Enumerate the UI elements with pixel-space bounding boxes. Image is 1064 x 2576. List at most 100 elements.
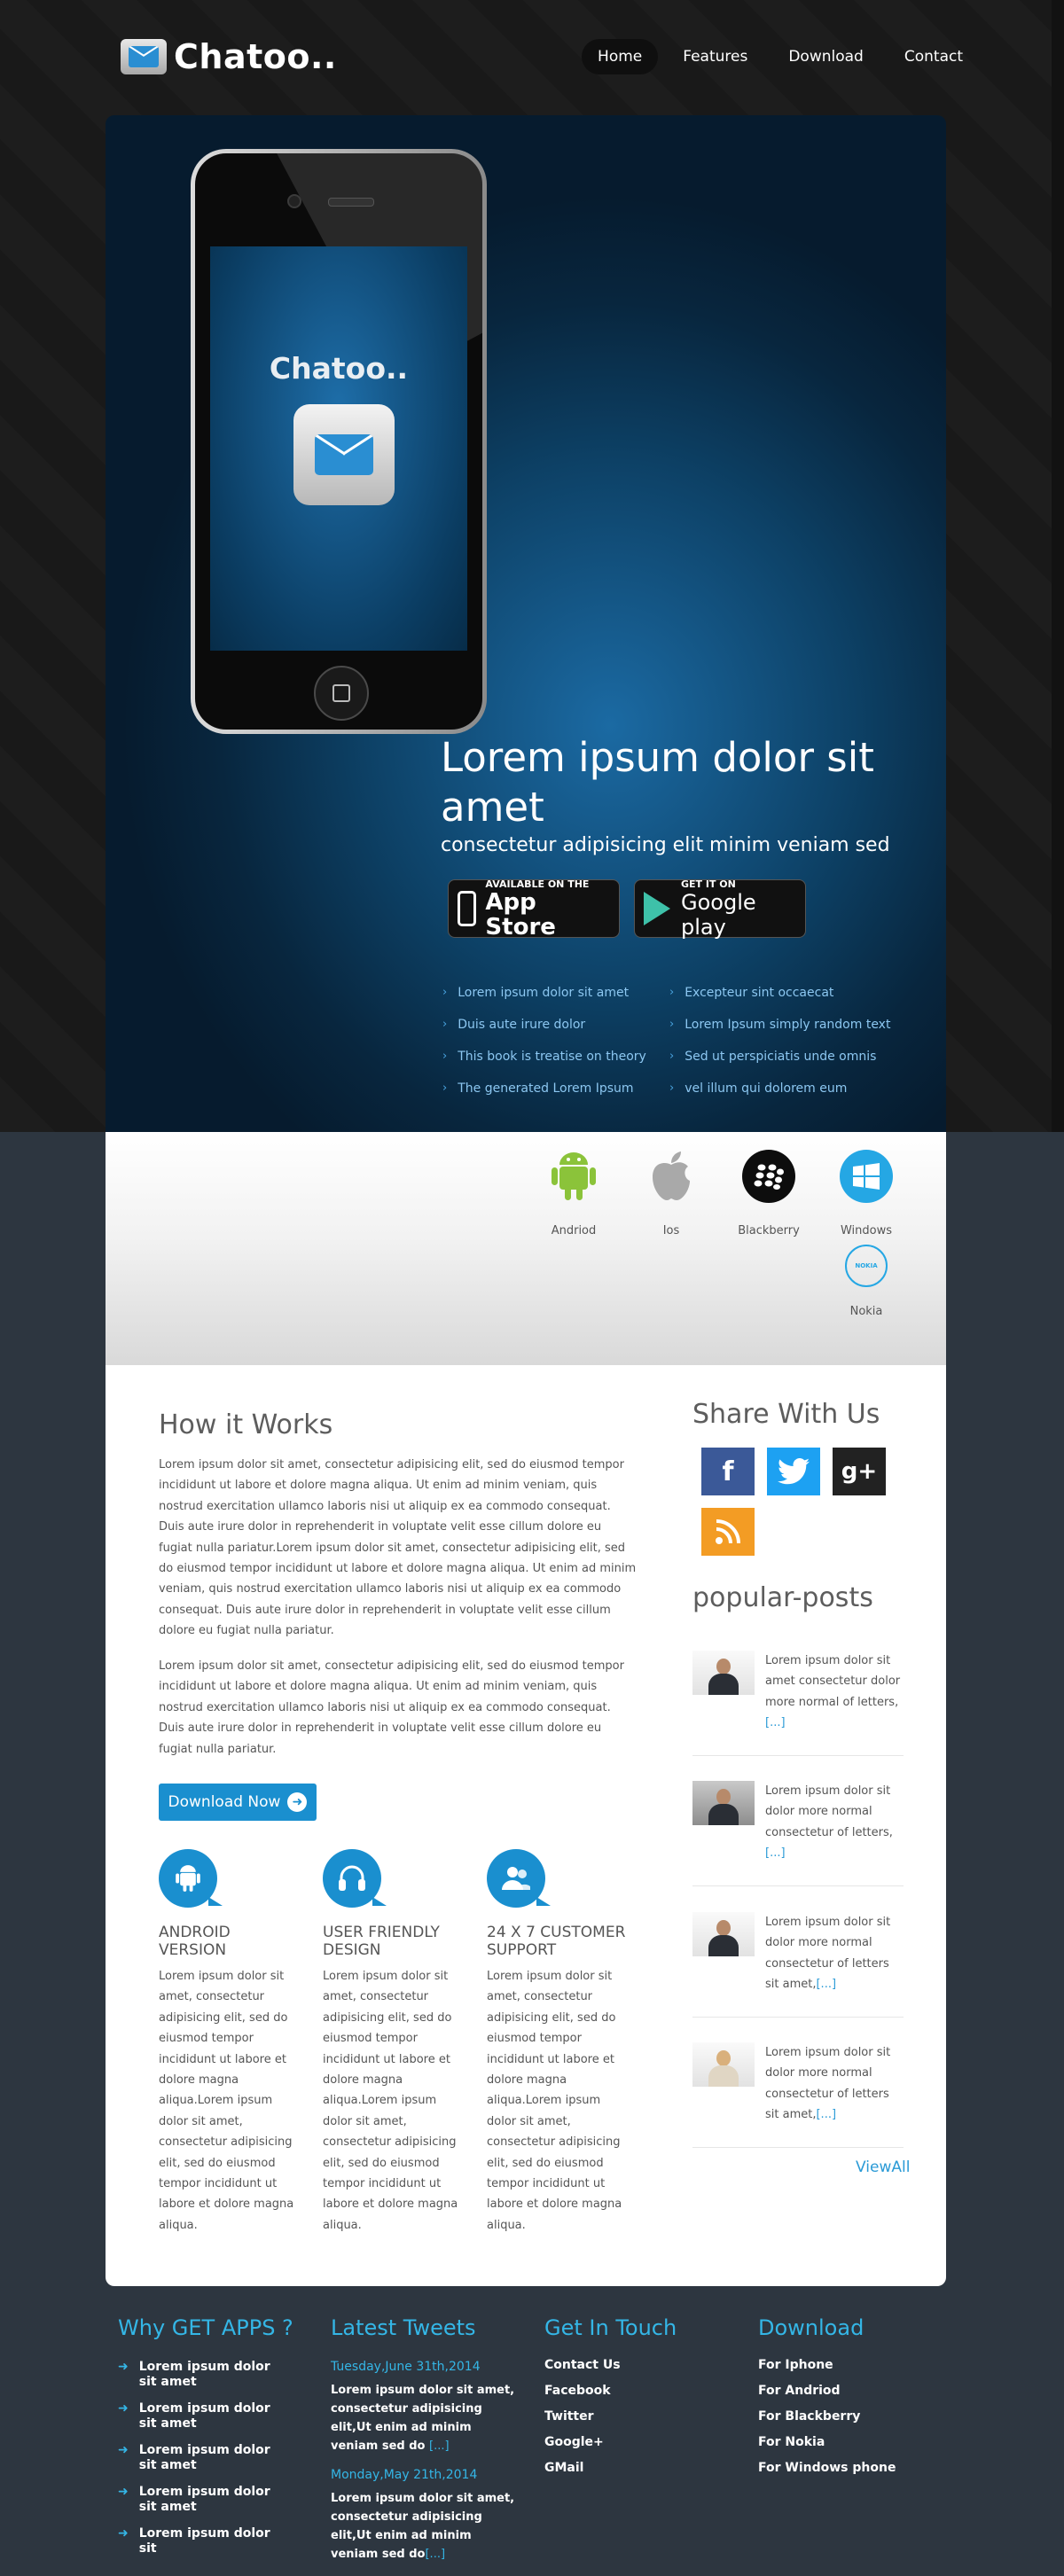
footer-link[interactable]: For Blackberry: [758, 2404, 896, 2430]
rss-icon[interactable]: [701, 1508, 755, 1556]
platform-label: Ios: [662, 1224, 680, 1237]
hero-feature-item: › Excepteur sint occaecat: [669, 986, 834, 1000]
feature-title: ANDROID VERSION: [159, 1924, 231, 1959]
screen-brand: Chatoo..: [269, 351, 409, 386]
platform-windows[interactable]: Windows: [818, 1150, 915, 1237]
platform-nokia[interactable]: NOKIA Nokia: [818, 1245, 915, 1318]
footer-heading: Latest Tweets: [331, 2315, 476, 2340]
feature-title: 24 X 7 CUSTOMER SUPPORT: [487, 1924, 626, 1959]
app-store-button[interactable]: AVAILABLE ON THE App Store: [448, 878, 620, 940]
feature-user-friendly: USER FRIENDLY DESIGN Lorem ipsum dolor s…: [323, 1849, 465, 2236]
feature-customer-support: 24 X 7 CUSTOMER SUPPORT Lorem ipsum dolo…: [487, 1849, 629, 2236]
brand-name: Chatoo..: [174, 37, 337, 76]
footer-item[interactable]: ➜ Lorem ipsum dolor sit amet: [118, 2485, 282, 2515]
footer-link[interactable]: For Nokia: [758, 2430, 896, 2455]
popular-post[interactable]: Lorem ipsum dolor sit dolor more normal …: [692, 1781, 904, 1886]
envelope-icon: [121, 39, 167, 74]
post-thumbnail: [692, 1651, 755, 1695]
blackberry-icon: [742, 1150, 795, 1203]
feature-title: USER FRIENDLY DESIGN: [323, 1924, 440, 1959]
phone-mockup: Chatoo..: [191, 149, 487, 734]
chevron-right-icon: ›: [442, 1081, 448, 1095]
footer-link[interactable]: For Andriod: [758, 2378, 896, 2404]
arrow-right-icon: ➜: [118, 2526, 129, 2541]
facebook-icon[interactable]: f: [701, 1448, 755, 1495]
platform-label: Blackberry: [738, 1224, 800, 1237]
popular-post[interactable]: Lorem ipsum dolor sit amet consectetur d…: [692, 1651, 904, 1756]
nav-download[interactable]: Download: [772, 39, 880, 74]
post-thumbnail: [692, 2042, 755, 2087]
footer-item[interactable]: ➜ Lorem ipsum dolor sit: [118, 2526, 282, 2556]
google-play-small: GET IT ON: [681, 878, 736, 890]
platforms-band: Andriod Ios Blackberry Windows NOKIA Nok…: [106, 1132, 946, 1365]
popular-post[interactable]: Lorem ipsum dolor sit dolor more normal …: [692, 1912, 904, 2018]
footer-item[interactable]: ➜ Lorem ipsum dolor sit amet: [118, 2360, 282, 2390]
footer-link[interactable]: For Windows phone: [758, 2455, 896, 2481]
twitter-icon[interactable]: [767, 1448, 820, 1495]
share-title: Share With Us: [692, 1399, 880, 1430]
tweet-more-link[interactable]: [...]: [429, 2439, 450, 2453]
footer-link[interactable]: Google+: [544, 2430, 677, 2455]
platform-blackberry[interactable]: Blackberry: [720, 1150, 818, 1237]
googleplus-icon[interactable]: g+: [833, 1448, 886, 1495]
chevron-right-icon: ›: [669, 986, 675, 999]
post-thumbnail: [692, 1912, 755, 1956]
footer-link[interactable]: GMail: [544, 2455, 677, 2481]
google-play-button[interactable]: GET IT ON Google play: [634, 878, 806, 940]
nav-contact[interactable]: Contact: [888, 39, 979, 74]
platform-label: Andriod: [551, 1224, 597, 1237]
tweet-date: Tuesday,June 31th,2014: [331, 2360, 481, 2374]
footer-heading: Get In Touch: [544, 2315, 677, 2340]
footer-latest-tweets: Latest Tweets Tuesday,June 31th,2014 Lor…: [331, 2315, 517, 2576]
hero-section: Chatoo.. Lorem ipsum dolor sit amet cons…: [106, 115, 946, 1132]
feature-text: Lorem ipsum dolor sit amet, consectetur …: [487, 1970, 622, 2232]
download-now-label: Download Now: [168, 1793, 281, 1811]
app-store-small: AVAILABLE ON THE: [485, 878, 590, 890]
hero-features-right: › Excepteur sint occaecat › Lorem Ipsum si…: [669, 986, 890, 1113]
platform-android[interactable]: Andriod: [525, 1150, 622, 1237]
nokia-icon: NOKIA: [845, 1245, 888, 1287]
footer-link[interactable]: Twitter: [544, 2404, 677, 2430]
envelope-app-icon: [293, 404, 395, 505]
nav-features[interactable]: Features: [667, 39, 763, 74]
chevron-right-icon: ›: [442, 986, 448, 999]
support-icon: [487, 1849, 551, 1908]
google-play-icon: [644, 892, 670, 925]
footer-item[interactable]: ➜ Lorem ipsum dolor sit amet: [118, 2443, 282, 2473]
popular-post[interactable]: Lorem ipsum dolor sit dolor more normal …: [692, 2042, 904, 2148]
feature-text: Lorem ipsum dolor sit amet, consectetur …: [159, 1970, 294, 2232]
chevron-right-icon: ›: [669, 1081, 675, 1095]
download-now-button[interactable]: Download Now ➜: [159, 1784, 317, 1821]
arrow-right-icon: ➜: [118, 2360, 129, 2374]
tweet-more-link[interactable]: [...]: [425, 2548, 445, 2561]
footer-download: Download For Iphone For Andriod For Blac…: [758, 2315, 896, 2481]
site-logo[interactable]: Chatoo..: [121, 37, 337, 76]
footer-link[interactable]: Contact Us: [544, 2353, 677, 2378]
hero-feature-item: › Lorem ipsum dolor sit amet: [442, 986, 630, 1000]
arrow-right-icon: ➜: [287, 1792, 308, 1812]
android-icon: [547, 1150, 600, 1203]
footer-get-in-touch: Get In Touch Contact Us Facebook Twitter…: [544, 2315, 677, 2481]
chevron-right-icon: ›: [669, 1050, 675, 1063]
hero-feature-item: › This book is treatise on theory: [442, 1050, 646, 1064]
footer-heading: Why GET APPS ?: [118, 2315, 293, 2340]
chevron-right-icon: ›: [669, 1018, 675, 1031]
main-content: How it Works Lorem ipsum dolor sit amet,…: [106, 1365, 946, 2286]
nav-home[interactable]: Home: [582, 39, 659, 74]
windows-icon: [840, 1150, 893, 1203]
share-icons: f g+: [701, 1448, 905, 1556]
footer-item[interactable]: ➜ Lorem ipsum dolor sit amet: [118, 2401, 282, 2432]
footer-link[interactable]: Facebook: [544, 2378, 677, 2404]
tweet-text: Lorem ipsum dolor sit amet, consectetur …: [331, 2492, 515, 2561]
hero-feature-item: › Sed ut perspiciatis unde omnis: [669, 1050, 877, 1064]
footer-link[interactable]: For Iphone: [758, 2353, 896, 2378]
hero-feature-item: › The generated Lorem Ipsum: [442, 1081, 634, 1096]
footer-heading: Download: [758, 2315, 864, 2340]
arrow-right-icon: ➜: [118, 2401, 129, 2416]
arrow-right-icon: ➜: [118, 2443, 129, 2457]
how-it-works-paragraph: Lorem ipsum dolor sit amet, consectetur …: [159, 1458, 637, 1638]
hero-feature-item: › Lorem Ipsum simply random text: [669, 1018, 891, 1032]
tweet-date: Monday,May 21th,2014: [331, 2468, 478, 2482]
view-all-link[interactable]: ViewAll: [856, 2158, 910, 2176]
platform-ios[interactable]: Ios: [622, 1150, 720, 1237]
